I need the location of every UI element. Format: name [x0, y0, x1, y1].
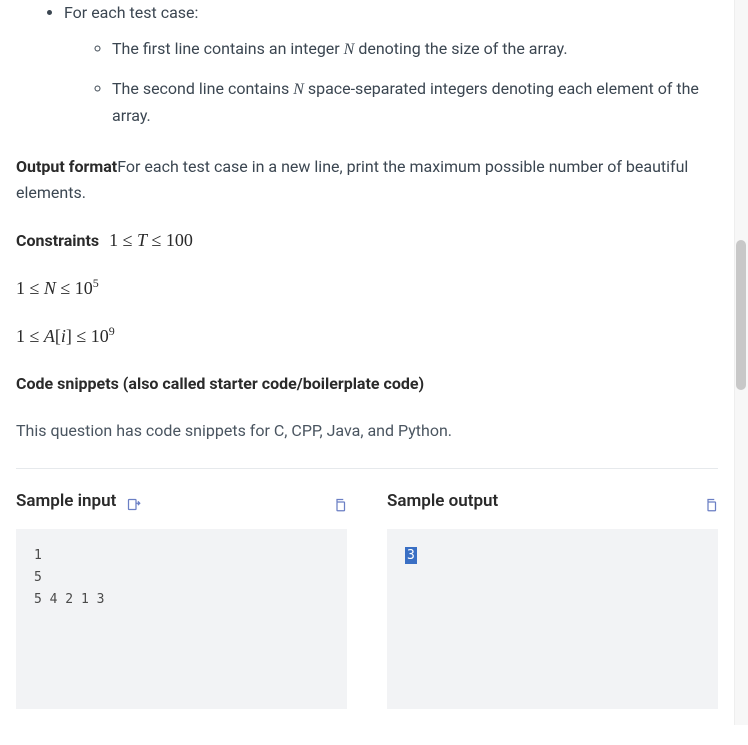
- scrollbar-track[interactable]: [734, 0, 748, 725]
- output-format-label: Output format: [16, 157, 117, 176]
- section-divider: [16, 468, 718, 469]
- variable-n: N: [344, 41, 355, 58]
- text-fragment: denoting the size of the array.: [354, 39, 567, 58]
- sample-output-text: 3: [405, 547, 417, 564]
- text-fragment: The first line contains an integer: [112, 39, 344, 58]
- list-item: The second line contains N space-separat…: [112, 76, 718, 130]
- sample-output-label: Sample output: [387, 487, 498, 515]
- list-text: For each test case:: [64, 3, 198, 22]
- constraints-section: Constraints 1 ≤ T ≤ 100 1 ≤ N ≤ 105 1 ≤ …: [16, 226, 718, 351]
- code-snippets-note: This question has code snippets for C, C…: [16, 418, 718, 444]
- input-format-outer-item: For each test case: The first line conta…: [64, 0, 718, 130]
- list-item: The first line contains an integer N den…: [112, 36, 718, 63]
- code-snippets-section: Code snippets (also called starter code/…: [16, 371, 718, 444]
- constraint-a: 1 ≤ A[i] ≤ 109: [16, 322, 718, 352]
- sample-output-header: Sample output: [387, 487, 718, 515]
- export-icon[interactable]: [126, 494, 141, 509]
- variable-n: N: [293, 81, 304, 98]
- text-fragment: The second line contains: [112, 79, 293, 98]
- sample-input-header: Sample input: [16, 487, 347, 515]
- copy-icon[interactable]: [703, 494, 718, 509]
- code-snippets-heading: Code snippets (also called starter code/…: [16, 371, 718, 397]
- problem-content: For each test case: The first line conta…: [16, 0, 732, 709]
- output-format-text: For each test case in a new line, print …: [16, 157, 688, 202]
- constraint-t: 1 ≤ T ≤ 100: [109, 230, 193, 250]
- sample-input-column: Sample input 1 5 5 4 2 1 3: [16, 487, 347, 709]
- input-format-inner-list: The first line contains an integer N den…: [64, 36, 718, 129]
- sample-output-column: Sample output 3: [387, 487, 718, 709]
- input-format-list: For each test case: The first line conta…: [16, 0, 718, 130]
- sample-output-box[interactable]: 3: [387, 529, 718, 709]
- copy-icon[interactable]: [332, 494, 347, 509]
- sample-input-label: Sample input: [16, 487, 116, 515]
- output-format-section: Output formatFor each test case in a new…: [16, 154, 718, 207]
- scrollbar-thumb[interactable]: [736, 240, 746, 390]
- constraint-n: 1 ≤ N ≤ 105: [16, 274, 718, 304]
- sample-input-box[interactable]: 1 5 5 4 2 1 3: [16, 529, 347, 709]
- constraints-label: Constraints: [16, 231, 99, 250]
- samples-row: Sample input 1 5 5 4 2 1 3: [16, 487, 718, 709]
